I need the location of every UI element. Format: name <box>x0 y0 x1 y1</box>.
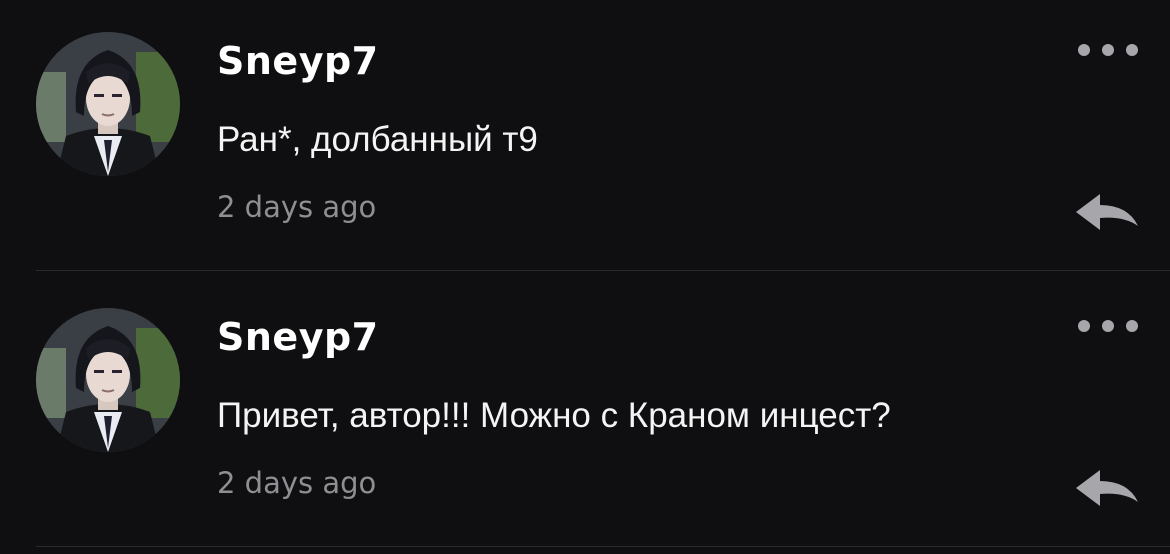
more-dot <box>1126 320 1138 332</box>
more-options-icon[interactable] <box>1078 314 1138 338</box>
more-dot <box>1102 44 1114 56</box>
comment-timestamp: 2 days ago <box>217 190 377 224</box>
comment-text: Ран*, долбанный т9 <box>217 120 538 159</box>
more-dot <box>1078 320 1090 332</box>
user-avatar[interactable] <box>36 308 180 452</box>
comment-item: Sneyp7 Ран*, долбанный т9 2 days ago <box>0 0 1170 270</box>
comment-text: Привет, автор!!! Можно с Краном инцест? <box>217 396 891 435</box>
comment-username[interactable]: Sneyp7 <box>217 318 379 356</box>
avatar-image <box>36 308 180 452</box>
comment-divider <box>36 270 1170 271</box>
comment-timestamp: 2 days ago <box>217 466 377 500</box>
more-dot <box>1126 44 1138 56</box>
reply-arrow-icon[interactable] <box>1074 190 1140 236</box>
more-options-icon[interactable] <box>1078 38 1138 62</box>
more-dot <box>1102 320 1114 332</box>
more-dot <box>1078 44 1090 56</box>
avatar-image <box>36 32 180 176</box>
reply-arrow-icon[interactable] <box>1074 466 1140 512</box>
comment-username[interactable]: Sneyp7 <box>217 42 379 80</box>
user-avatar[interactable] <box>36 32 180 176</box>
comment-divider <box>36 546 1170 547</box>
comment-item: Sneyp7 Привет, автор!!! Можно с Краном и… <box>0 276 1170 546</box>
